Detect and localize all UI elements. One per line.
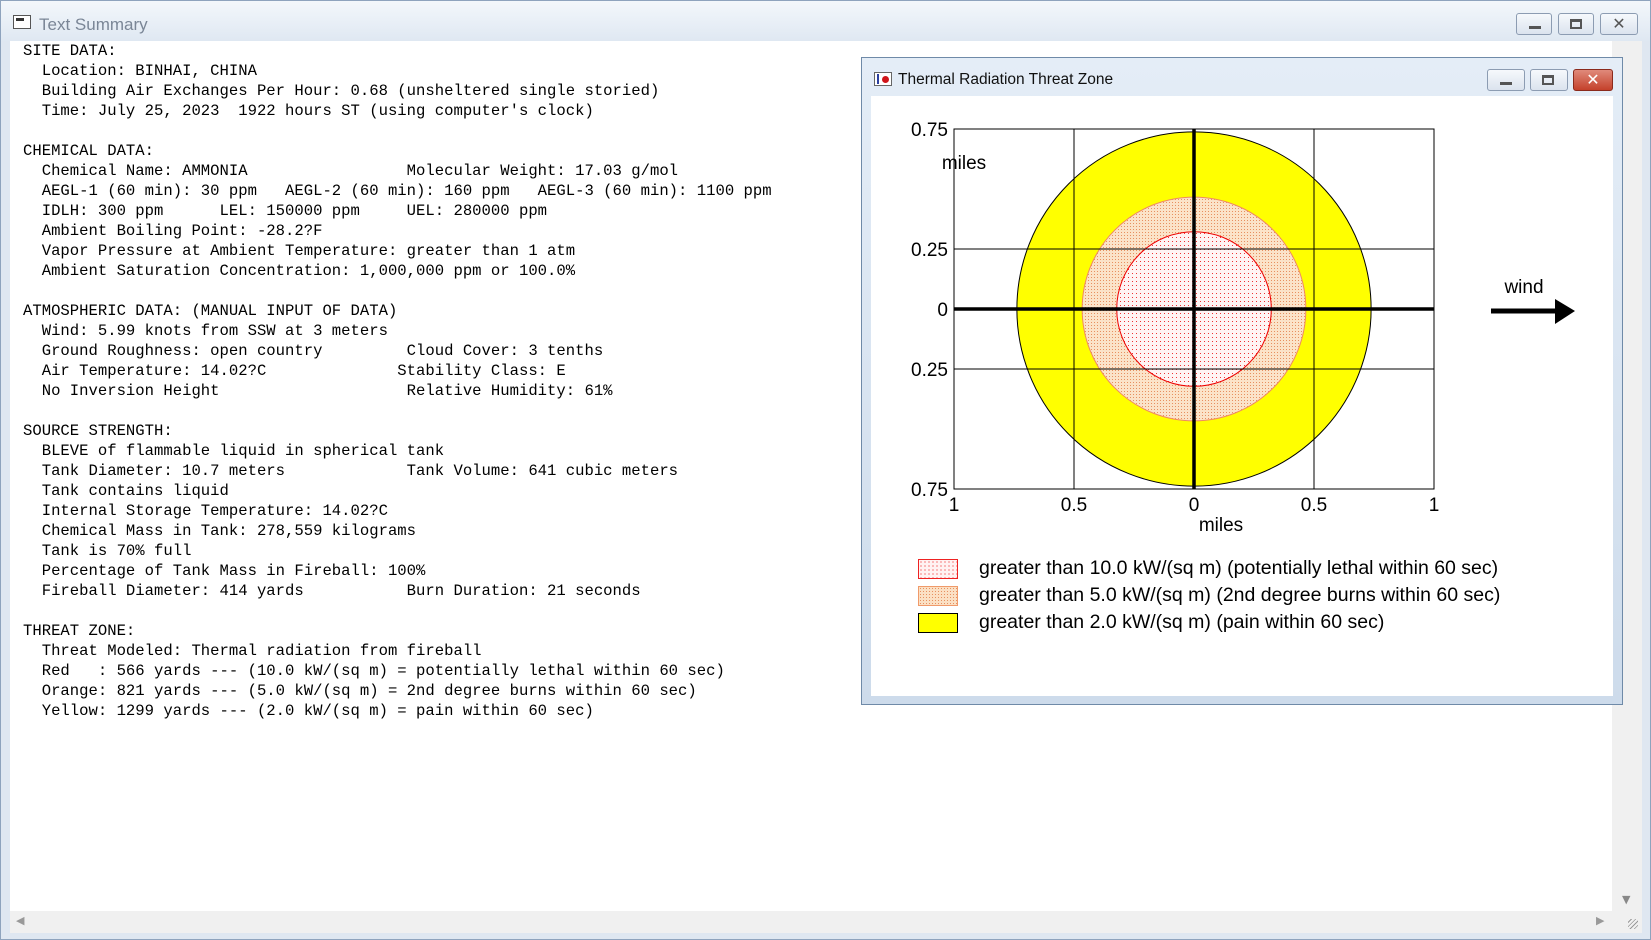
summary-line: Chemical Mass in Tank: 278,559 kilograms xyxy=(23,522,417,540)
summary-line: Tank Diameter: 10.7 meters Tank Volume: … xyxy=(23,462,679,480)
window-title: Text Summary xyxy=(39,15,148,34)
threat-zone-plot: 1 0.5 0 0.5 10.750.2500.250.75 miles miles w… xyxy=(911,120,1575,536)
threat-zone-icon xyxy=(874,72,892,86)
summary-line: Wind: 5.99 knots from SSW at 3 meters xyxy=(23,322,388,340)
size-grip[interactable] xyxy=(1612,911,1642,933)
legend-swatch-yellow xyxy=(918,613,958,633)
threat-close-button[interactable]: ✕ xyxy=(1573,69,1613,91)
summary-line: Fireball Diameter: 414 yards Burn Durati… xyxy=(23,582,641,600)
summary-line: Internal Storage Temperature: 14.02?C xyxy=(23,502,388,520)
main-titlebar[interactable]: Text Summary ✕ xyxy=(1,1,1650,41)
summary-line: Chemical Name: AMMONIA Molecular Weight:… xyxy=(23,162,679,180)
summary-line: Percentage of Tank Mass in Fireball: 100… xyxy=(23,562,426,580)
app-icon xyxy=(13,15,31,29)
legend-label-red: greater than 10.0 kW/(sq m) (potentially… xyxy=(979,557,1499,579)
summary-line: Threat Modeled: Thermal radiation from f… xyxy=(23,642,482,660)
threat-zone-titlebar[interactable]: Thermal Radiation Threat Zone ✕ xyxy=(862,58,1622,96)
y-axis-label: miles xyxy=(942,153,986,174)
close-button[interactable]: ✕ xyxy=(1600,13,1638,35)
legend-swatch-red xyxy=(918,559,958,579)
summary-line: SITE DATA: xyxy=(23,42,117,60)
summary-line: Tank is 70% full xyxy=(23,542,192,560)
summary-line: Ground Roughness: open country Cloud Cov… xyxy=(23,342,604,360)
x-tick-label: 0.5 xyxy=(1061,495,1087,516)
maximize-button[interactable] xyxy=(1558,13,1594,35)
summary-line: No Inversion Height Relative Humidity: 6… xyxy=(23,382,613,400)
scroll-right-arrow-icon[interactable]: ▶ xyxy=(1596,914,1604,927)
minimize-button[interactable] xyxy=(1516,13,1552,35)
summary-text: SITE DATA: Location: BINHAI, CHINA Build… xyxy=(23,41,772,721)
x-axis-label: miles xyxy=(1199,515,1243,536)
summary-line: IDLH: 300 ppm LEL: 150000 ppm UEL: 28000… xyxy=(23,202,548,220)
x-tick-label: 0 xyxy=(1189,495,1200,516)
summary-line: Location: BINHAI, CHINA xyxy=(23,62,257,80)
maximize-icon xyxy=(1570,19,1582,29)
summary-line: SOURCE STRENGTH: xyxy=(23,422,173,440)
legend-label-orange: greater than 5.0 kW/(sq m) (2nd degree b… xyxy=(979,584,1501,606)
y-tick-label: 0.25 xyxy=(911,240,948,261)
summary-line: Red : 566 yards --- (10.0 kW/(sq m) = po… xyxy=(23,662,725,680)
summary-line: Air Temperature: 14.02?C Stability Class… xyxy=(23,362,566,380)
legend-label-yellow: greater than 2.0 kW/(sq m) (pain within … xyxy=(979,611,1385,633)
minimize-icon xyxy=(1500,82,1512,85)
text-summary-window: Text Summary ✕ SITE DATA: Location: BINH… xyxy=(0,0,1651,940)
threat-minimize-button[interactable] xyxy=(1487,69,1525,91)
y-tick-label: 0 xyxy=(937,300,948,321)
y-tick-label: 0.75 xyxy=(911,480,948,501)
summary-line: THREAT ZONE: xyxy=(23,622,136,640)
wind-indicator: wind xyxy=(1491,277,1575,324)
y-tick-label: 0.75 xyxy=(911,120,948,141)
threat-maximize-button[interactable] xyxy=(1530,69,1568,91)
summary-line: Vapor Pressure at Ambient Temperature: g… xyxy=(23,242,576,260)
summary-line: AEGL-1 (60 min): 30 ppm AEGL-2 (60 min):… xyxy=(23,182,772,200)
summary-line: Tank contains liquid xyxy=(23,482,229,500)
summary-line: Orange: 821 yards --- (5.0 kW/(sq m) = 2… xyxy=(23,682,697,700)
legend-swatch-orange xyxy=(918,586,958,606)
scroll-left-arrow-icon[interactable]: ◀ xyxy=(16,914,24,927)
wind-arrow-icon xyxy=(1555,299,1575,324)
x-tick-label: 1 xyxy=(1429,495,1440,516)
summary-line: Ambient Saturation Concentration: 1,000,… xyxy=(23,262,576,280)
maximize-icon xyxy=(1542,75,1554,85)
y-tick-label: 0.25 xyxy=(911,360,948,381)
horizontal-scrollbar[interactable]: ◀ ▶ xyxy=(10,911,1612,933)
scroll-down-arrow-icon[interactable]: ▼ xyxy=(1622,893,1630,906)
summary-line: BLEVE of flammable liquid in spherical t… xyxy=(23,442,445,460)
minimize-icon xyxy=(1529,26,1541,29)
summary-line: Time: July 25, 2023 1922 hours ST (using… xyxy=(23,102,594,120)
close-icon: ✕ xyxy=(1612,14,1626,33)
x-tick-label: 1 xyxy=(949,495,960,516)
summary-line: Ambient Boiling Point: -28.2?F xyxy=(23,222,323,240)
summary-line: Building Air Exchanges Per Hour: 0.68 (u… xyxy=(23,82,660,100)
summary-line: CHEMICAL DATA: xyxy=(23,142,155,160)
x-tick-label: 0.5 xyxy=(1301,495,1327,516)
summary-line: ATMOSPHERIC DATA: (MANUAL INPUT OF DATA) xyxy=(23,302,398,320)
threat-zone-title: Thermal Radiation Threat Zone xyxy=(898,71,1114,88)
threat-zone-body: 1 0.5 0 0.5 1 0.75 0.25 0 0.25 0.75 miles miles w… xyxy=(871,96,1613,696)
wind-label: wind xyxy=(1503,277,1543,298)
close-icon: ✕ xyxy=(1586,70,1600,89)
summary-line: Yellow: 1299 yards --- (2.0 kW/(sq m) = … xyxy=(23,702,594,720)
threat-zone-window[interactable]: Thermal Radiation Threat Zone ✕ 1 0.5 0 … xyxy=(861,57,1623,705)
